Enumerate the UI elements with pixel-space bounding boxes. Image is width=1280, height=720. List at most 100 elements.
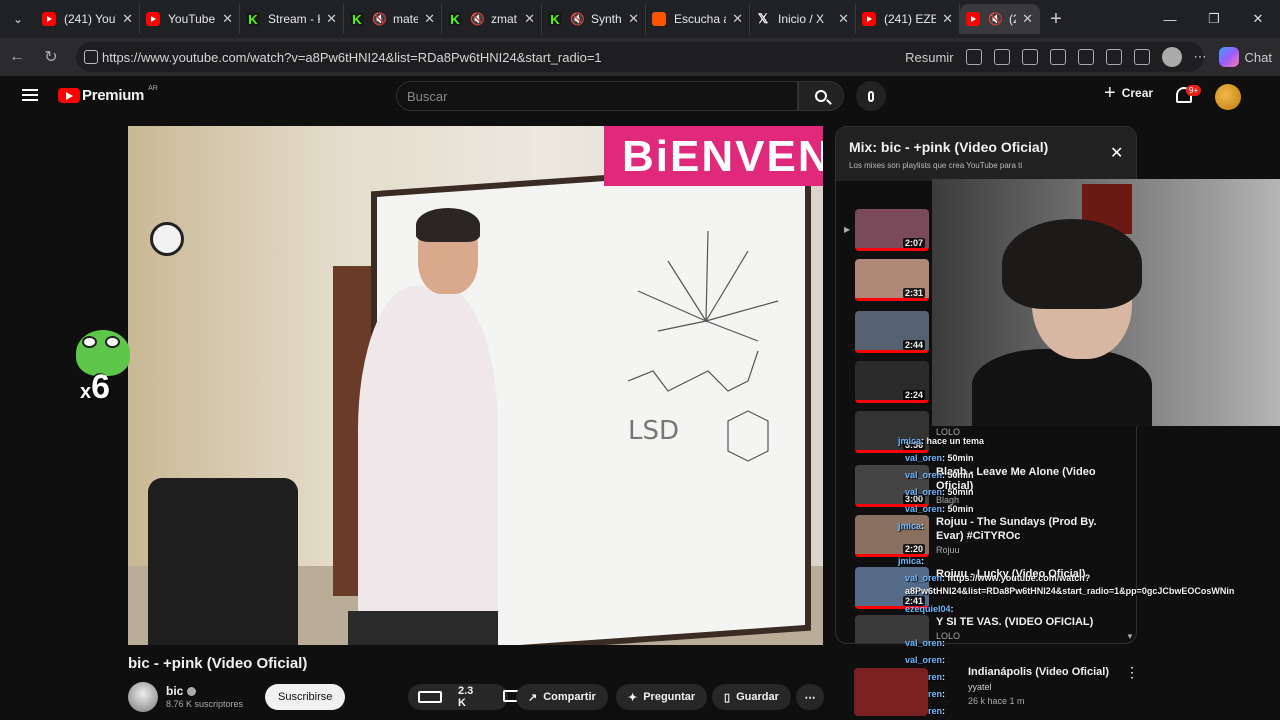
- close-tab-icon[interactable]: ✕: [942, 11, 953, 27]
- whiteboard-lsd-text: LSD: [628, 416, 680, 446]
- browser-tab[interactable]: K 🔇 Synth ✕: [542, 4, 646, 34]
- youtube-icon: [146, 12, 160, 26]
- browser-tab[interactable]: 🔇 (241 ✕: [960, 4, 1040, 34]
- sparkle-icon: ✦: [628, 691, 638, 704]
- watch-progress-bar: [855, 350, 929, 353]
- youtube-icon: [42, 12, 56, 26]
- more-actions-button[interactable]: ⋯: [796, 684, 824, 710]
- playlist-title[interactable]: Mix: bic - +pink (Video Oficial): [849, 139, 1048, 155]
- playlist-item-channel: Rojuu: [936, 545, 960, 555]
- muted-speaker-icon[interactable]: 🔇: [988, 12, 1003, 26]
- save-button[interactable]: ▯ Guardar: [712, 684, 791, 710]
- browser-essentials-icon[interactable]: [1105, 49, 1122, 65]
- tab-label: (241) EZEV: [884, 12, 936, 26]
- channel-avatar[interactable]: [128, 682, 158, 712]
- ask-button[interactable]: ✦ Preguntar: [616, 684, 708, 710]
- wall-clock: [150, 222, 184, 256]
- copilot-chat-button[interactable]: Chat: [1218, 47, 1272, 67]
- close-tab-icon[interactable]: ✕: [732, 11, 743, 27]
- like-button[interactable]: 2.3 K: [408, 685, 493, 709]
- playlist-thumbnail: 3:56: [855, 411, 929, 453]
- zoom-icon[interactable]: [1021, 49, 1038, 65]
- watch-progress-bar: [855, 248, 929, 251]
- watch-progress-bar: [855, 298, 929, 301]
- search-button[interactable]: [798, 81, 844, 111]
- reload-button[interactable]: ↻: [34, 47, 68, 67]
- browser-tab[interactable]: K 🔇 mate ✕: [344, 4, 442, 34]
- close-tab-icon[interactable]: ✕: [628, 11, 639, 27]
- site-info-icon[interactable]: [84, 50, 98, 64]
- scroll-down-icon[interactable]: ▼: [1126, 632, 1134, 641]
- person-pants: [348, 611, 498, 645]
- muted-speaker-icon[interactable]: 🔇: [372, 12, 387, 26]
- close-playlist-icon[interactable]: ✕: [1110, 143, 1123, 163]
- tab-label: (241) YouT: [64, 12, 116, 26]
- voice-search-button[interactable]: [856, 81, 886, 111]
- youtube-premium-logo[interactable]: Premium AR: [58, 85, 158, 104]
- playlist-item[interactable]: 3:00 Blagh - Leave Me Alone (Video Oficia…: [836, 463, 1136, 513]
- search-input[interactable]: Buscar: [396, 81, 798, 111]
- copilot-icon: [1218, 47, 1239, 67]
- emote-combo-counter: x6: [80, 368, 110, 407]
- share-button[interactable]: ↗ Compartir: [516, 684, 608, 710]
- share-icon: ↗: [528, 691, 538, 704]
- close-tab-icon[interactable]: ✕: [838, 11, 849, 27]
- favorite-icon[interactable]: [1049, 49, 1066, 65]
- chat-text: : https://www.youtube.com/watch?: [942, 573, 1091, 583]
- video-player[interactable]: LSD BiENVEN: [128, 126, 823, 645]
- tab-label: (241: [1008, 12, 1016, 26]
- profile-avatar[interactable]: [1161, 47, 1182, 67]
- channel-name[interactable]: bic: [166, 684, 197, 698]
- browser-tab[interactable]: (241) EZEV ✕: [856, 4, 960, 34]
- person-hair: [416, 208, 480, 242]
- close-tab-icon[interactable]: ✕: [222, 11, 233, 27]
- browser-tab[interactable]: (241) YouT ✕: [36, 4, 140, 34]
- muted-speaker-icon[interactable]: 🔇: [570, 12, 585, 26]
- create-button[interactable]: + Crear: [1104, 83, 1153, 103]
- browser-tab[interactable]: K 🔇 zmat ✕: [442, 4, 542, 34]
- browser-tab[interactable]: 𝕏 Inicio / X ✕: [750, 4, 856, 34]
- combo-count: 6: [91, 368, 111, 406]
- muted-speaker-icon[interactable]: 🔇: [470, 12, 485, 26]
- chat-message: a8Pw6tHNI24&list=RDa8Pw6tHNI24&start_rad…: [905, 586, 1234, 596]
- more-menu-icon[interactable]: ⋯: [1194, 49, 1207, 65]
- summarize-icon[interactable]: [965, 49, 982, 65]
- playlist-item[interactable]: Y SI TE VAS. (VIDEO OFICIAL) LOLO: [836, 613, 1136, 643]
- chat-username: jmica: [898, 521, 922, 531]
- copilot-chat-label: Chat: [1244, 49, 1272, 65]
- ask-label: Preguntar: [643, 691, 696, 703]
- like-count: 2.3 K: [458, 685, 474, 709]
- close-tab-icon[interactable]: ✕: [524, 11, 535, 27]
- close-tab-icon[interactable]: ✕: [424, 11, 435, 27]
- notification-badge: 9+: [1186, 85, 1202, 96]
- summarize-button[interactable]: Resumir: [905, 50, 953, 65]
- extensions-icon[interactable]: [1077, 49, 1094, 65]
- browser-tab[interactable]: K Stream - K ✕: [240, 4, 344, 34]
- browser-tab[interactable]: Escucha a ✕: [646, 4, 750, 34]
- chat-message: val_oren: https://www.youtube.com/watch?: [905, 573, 1090, 583]
- kick-icon: K: [246, 12, 260, 27]
- maximize-button[interactable]: ❐: [1192, 0, 1236, 38]
- close-window-button[interactable]: ✕: [1236, 0, 1280, 38]
- logo-region: AR: [148, 85, 158, 92]
- subscribe-button[interactable]: Suscribirse: [265, 684, 346, 710]
- chat-message: jmica:: [898, 556, 924, 566]
- account-avatar[interactable]: [1215, 84, 1241, 110]
- close-tab-icon[interactable]: ✕: [1022, 11, 1033, 27]
- new-tab-button[interactable]: +: [1040, 8, 1072, 31]
- youtube-icon: [862, 12, 876, 26]
- playlist-item[interactable]: 2:20 Rojuu - The Sundays (Prod By. Evar) …: [836, 513, 1136, 563]
- back-button[interactable]: ←: [0, 48, 34, 66]
- minimize-button[interactable]: —: [1148, 0, 1192, 38]
- tab-label: Synth: [590, 12, 622, 26]
- browser-tab[interactable]: YouTube | ✕: [140, 4, 240, 34]
- menu-icon[interactable]: [22, 89, 38, 101]
- close-tab-icon[interactable]: ✕: [326, 11, 337, 27]
- chat-message: val_oren: 50min: [905, 487, 974, 497]
- playlist-item-extra[interactable]: Indianápolis (Video Oficial) yyatel 26 k…: [835, 662, 1139, 720]
- favorites-icon[interactable]: [1133, 49, 1150, 65]
- more-options-icon[interactable]: ⋮: [1125, 664, 1139, 681]
- apps-icon[interactable]: [993, 49, 1010, 65]
- tab-actions-menu[interactable]: ⌄: [0, 0, 36, 38]
- close-tab-icon[interactable]: ✕: [122, 11, 133, 27]
